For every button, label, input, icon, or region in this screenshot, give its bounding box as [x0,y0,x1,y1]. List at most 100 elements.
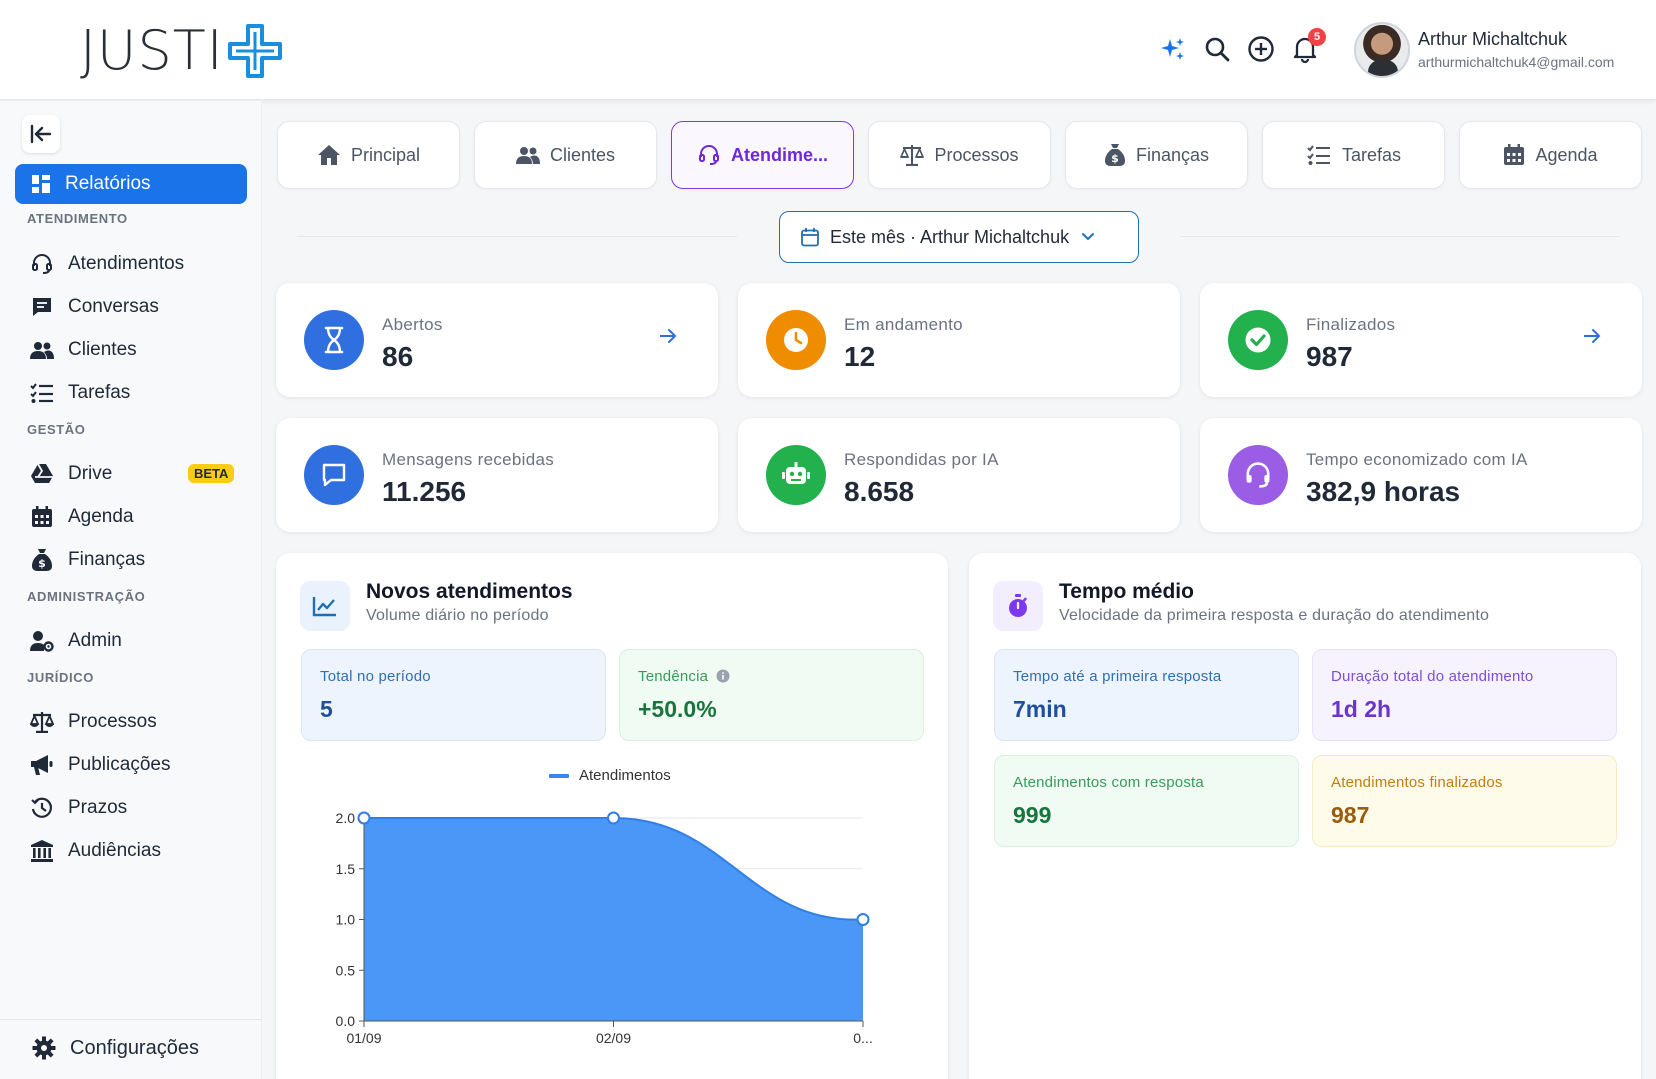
stat-label: Finalizados [1306,315,1396,334]
panel-tempo-medio: Tempo médio Velocidade da primeira respo… [969,553,1641,1079]
mini-label: Tendência [638,668,730,685]
headset-icon [697,144,721,166]
info-icon[interactable] [716,669,730,683]
mini-value: 999 [1013,802,1052,828]
tab-label: Tarefas [1341,144,1402,165]
tab-tarefas[interactable]: Tarefas [1262,121,1445,189]
tab-principal[interactable]: Principal [277,121,460,189]
report-tabs: Principal Clientes Atendime... Processos… [277,121,1642,189]
robot-icon [766,445,826,505]
stat-card-finalizados[interactable]: Finalizados 987 [1200,283,1642,397]
stat-card-respondidas-ia[interactable]: Respondidas por IA 8.658 [738,418,1180,532]
mini-label: Atendimentos finalizados [1331,774,1503,791]
sidebar-item-processos[interactable]: Processos [30,704,250,740]
tendencia-card: Tendência +50.0% [619,649,924,741]
money-bag-icon: $ [30,548,54,572]
sidebar-item-label: Tarefas [68,382,131,403]
area-chart: 0.0 0.5 1.0 1.5 2.0 01/09 02/09 0... [336,810,873,1046]
filter-label: Este mês · Arthur Michaltchuk [830,226,1070,247]
sidebar-item-audiencias[interactable]: Audiências [30,833,250,869]
mini-label: Atendimentos com resposta [1013,774,1204,791]
stat-label: Tempo economizado com IA [1306,450,1528,469]
sidebar-item-admin[interactable]: Admin [30,623,250,659]
panel-novos-atendimentos: Novos atendimentos Volume diário no perí… [276,553,948,1079]
mini-label: Tempo até a primeira resposta [1013,668,1222,685]
notification-badge: 5 [1308,28,1326,46]
tab-atendimentos[interactable]: Atendime... [671,121,854,189]
tab-processos[interactable]: Processos [868,121,1051,189]
tab-clientes[interactable]: Clientes [474,121,657,189]
tab-agenda[interactable]: Agenda [1459,121,1642,189]
legend-label: Atendimentos [579,767,671,784]
period-filter-dropdown[interactable]: Este mês · Arthur Michaltchuk [779,211,1139,263]
sidebar-item-relatorios[interactable]: Relatórios [15,164,247,204]
y-tick-label: 1.0 [336,912,356,928]
sidebar-item-financas[interactable]: $ Finanças [30,542,250,578]
avatar[interactable] [1354,22,1410,78]
sidebar-item-label: Atendimentos [68,253,185,274]
clock-rotate-icon [30,797,54,819]
logo-text: JUSTI [80,19,224,82]
sidebar-item-tarefas[interactable]: Tarefas [30,375,250,411]
collapse-sidebar-button[interactable] [22,115,60,153]
data-point [357,811,371,825]
section-gestao: GESTÃO [27,422,86,437]
sidebar-item-label: Relatórios [65,173,151,194]
logo[interactable]: JUSTI [80,22,284,80]
stat-value: 8.658 [844,476,915,507]
sidebar-item-publicacoes[interactable]: Publicações [30,747,250,783]
sidebar-item-label: Drive [68,463,113,484]
stat-card-tempo-economizado[interactable]: Tempo economizado com IA 382,9 horas [1200,418,1642,532]
x-tick-label: 0... [853,1030,872,1046]
finalizados-card: Atendimentos finalizados 987 [1312,755,1617,847]
tab-label: Processos [934,144,1019,165]
sidebar-item-configuracoes[interactable]: Configurações [32,1036,199,1060]
sidebar-item-label: Configurações [70,1036,199,1059]
sidebar-item-agenda[interactable]: Agenda [30,499,250,535]
logo-cross-icon [227,24,282,78]
stat-card-em-andamento[interactable]: Em andamento 12 [738,283,1180,397]
search-icon[interactable] [1202,30,1232,68]
tab-label: Agenda [1535,144,1598,165]
chart-area: Atendimentos 0.0 0.5 1.0 1.5 2.0 01/09 02/09 0.… [276,753,948,1053]
y-tick-label: 0.5 [336,962,356,978]
sidebar-item-drive[interactable]: Drive BETA [30,456,250,492]
beta-badge: BETA [188,464,235,483]
svg-text:$: $ [1111,152,1119,165]
sidebar-item-conversas[interactable]: Conversas [30,289,250,325]
sidebar-item-clientes[interactable]: Clientes [30,332,250,368]
com-resposta-card: Atendimentos com resposta 999 [994,755,1299,847]
sidebar-item-label: Prazos [68,797,128,818]
headset-icon [30,253,54,275]
calendar-outline-icon [800,227,820,247]
top-header: JUSTI 5 Arthur Michaltchuk arthurmichalt… [0,0,1656,100]
calendar-icon [1503,144,1525,166]
stat-card-mensagens[interactable]: Mensagens recebidas 11.256 [276,418,718,532]
scale-icon [30,711,54,733]
arrow-right-icon[interactable] [658,328,678,344]
duracao-total-card: Duração total do atendimento 1d 2h [1312,649,1617,741]
section-juridico: JURÍDICO [27,670,94,685]
stat-label: Abertos [382,315,443,334]
sidebar-item-label: Finanças [68,549,146,570]
user-menu[interactable]: Arthur Michaltchuk arthurmichaltchuk4@gm… [1354,22,1614,78]
area-fill [364,818,863,1021]
sparkles-icon[interactable] [1158,30,1188,68]
tab-financas[interactable]: $ Finanças [1065,121,1248,189]
chart-legend[interactable]: Atendimentos [549,767,671,784]
primeira-resposta-card: Tempo até a primeira resposta 7min [994,649,1299,741]
legend-swatch [549,773,569,778]
stat-label: Em andamento [844,315,963,334]
stat-value: 12 [844,341,876,372]
plus-circle-icon[interactable] [1246,30,1276,68]
collapse-left-icon [30,124,52,144]
y-tick-label: 0.0 [336,1013,356,1029]
sidebar-item-label: Admin [68,630,122,651]
arrow-right-icon[interactable] [1582,328,1602,344]
sidebar-item-atendimentos[interactable]: Atendimentos [30,246,250,282]
sidebar-item-prazos[interactable]: Prazos [30,790,250,826]
bell-icon[interactable]: 5 [1290,28,1326,68]
gear-icon [32,1036,56,1060]
chart-line-icon [300,581,350,631]
stat-card-abertos[interactable]: Abertos 86 [276,283,718,397]
